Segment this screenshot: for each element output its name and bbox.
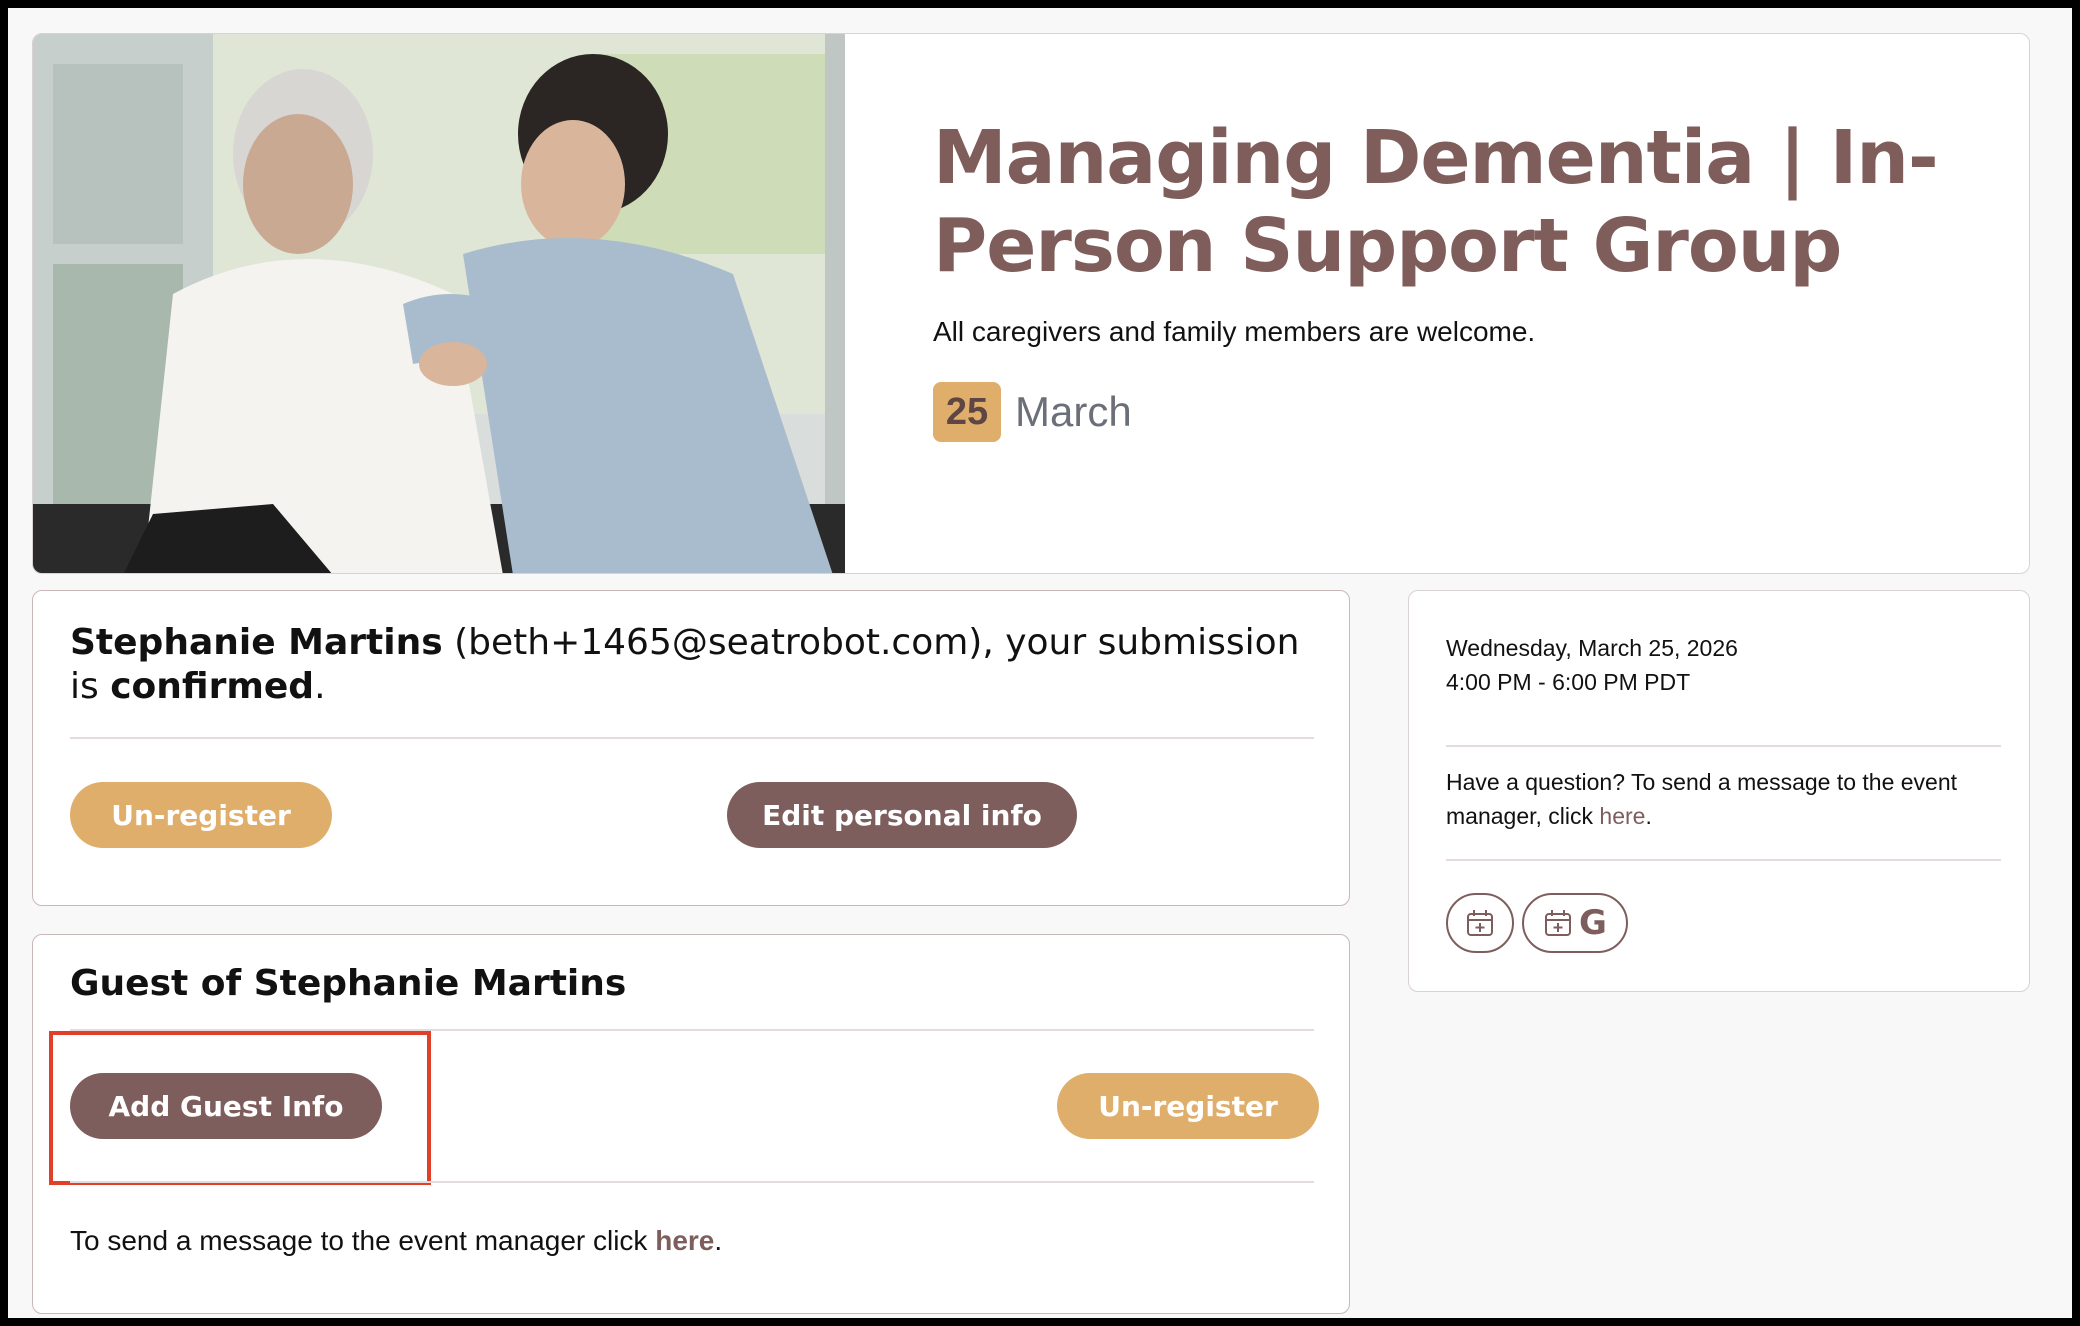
- divider: [70, 1181, 1314, 1183]
- edit-personal-info-button[interactable]: Edit personal info: [727, 782, 1077, 848]
- add-to-google-calendar-button[interactable]: G: [1522, 893, 1628, 953]
- event-hero: Managing Dementia | In-Person Support Gr…: [32, 33, 2030, 574]
- calendar-add-icon: [1467, 910, 1493, 936]
- guest-card: Guest of Stephanie Martins Add Guest Inf…: [32, 934, 1350, 1314]
- event-header: Managing Dementia | In-Person Support Gr…: [933, 114, 1973, 442]
- event-datetime: Wednesday, March 25, 2026 4:00 PM - 6:00…: [1446, 631, 1738, 699]
- unregister-button[interactable]: Un-register: [70, 782, 332, 848]
- question-link[interactable]: here: [1599, 803, 1645, 829]
- event-photo: [33, 34, 845, 573]
- add-guest-info-button[interactable]: Add Guest Info: [70, 1073, 382, 1139]
- divider: [1446, 859, 2001, 861]
- event-subtitle: All caregivers and family members are we…: [933, 316, 1536, 347]
- confirmation-period: .: [314, 666, 326, 707]
- question-prefix: Have a question? To send a message to th…: [1446, 769, 1958, 829]
- event-time: 4:00 PM - 6:00 PM PDT: [1446, 669, 1691, 695]
- guest-message-prefix: To send a message to the event manager c…: [70, 1225, 656, 1256]
- event-day-badge: 25: [933, 382, 1001, 442]
- google-letter: G: [1579, 903, 1607, 943]
- question-text: Have a question? To send a message to th…: [1446, 765, 1986, 833]
- guest-unregister-button[interactable]: Un-register: [1057, 1073, 1319, 1139]
- add-to-calendar-button[interactable]: [1446, 893, 1514, 953]
- divider: [1446, 745, 2001, 747]
- guest-message-link[interactable]: here: [655, 1225, 714, 1256]
- guest-message-text: To send a message to the event manager c…: [70, 1225, 722, 1257]
- event-full-date: Wednesday, March 25, 2026: [1446, 635, 1738, 661]
- google-calendar-icon: [1545, 910, 1572, 936]
- guest-title: Guest of Stephanie Martins: [70, 963, 627, 1004]
- question-suffix: .: [1645, 803, 1652, 829]
- guest-message-suffix: .: [714, 1225, 723, 1256]
- confirmation-card: Stephanie Martins (beth+1465@seatrobot.c…: [32, 590, 1350, 906]
- confirmation-status: confirmed: [110, 666, 315, 707]
- registrant-name: Stephanie Martins: [70, 622, 443, 663]
- confirmation-message: Stephanie Martins (beth+1465@seatrobot.c…: [70, 621, 1320, 709]
- page: Managing Dementia | In-Person Support Gr…: [8, 8, 2072, 1318]
- event-title: Managing Dementia | In-Person Support Gr…: [933, 115, 1939, 289]
- event-details-card: Wednesday, March 25, 2026 4:00 PM - 6:00…: [1408, 590, 2030, 992]
- event-date: 25 March: [933, 382, 1973, 442]
- divider: [70, 737, 1314, 739]
- event-month: March: [1015, 388, 1132, 435]
